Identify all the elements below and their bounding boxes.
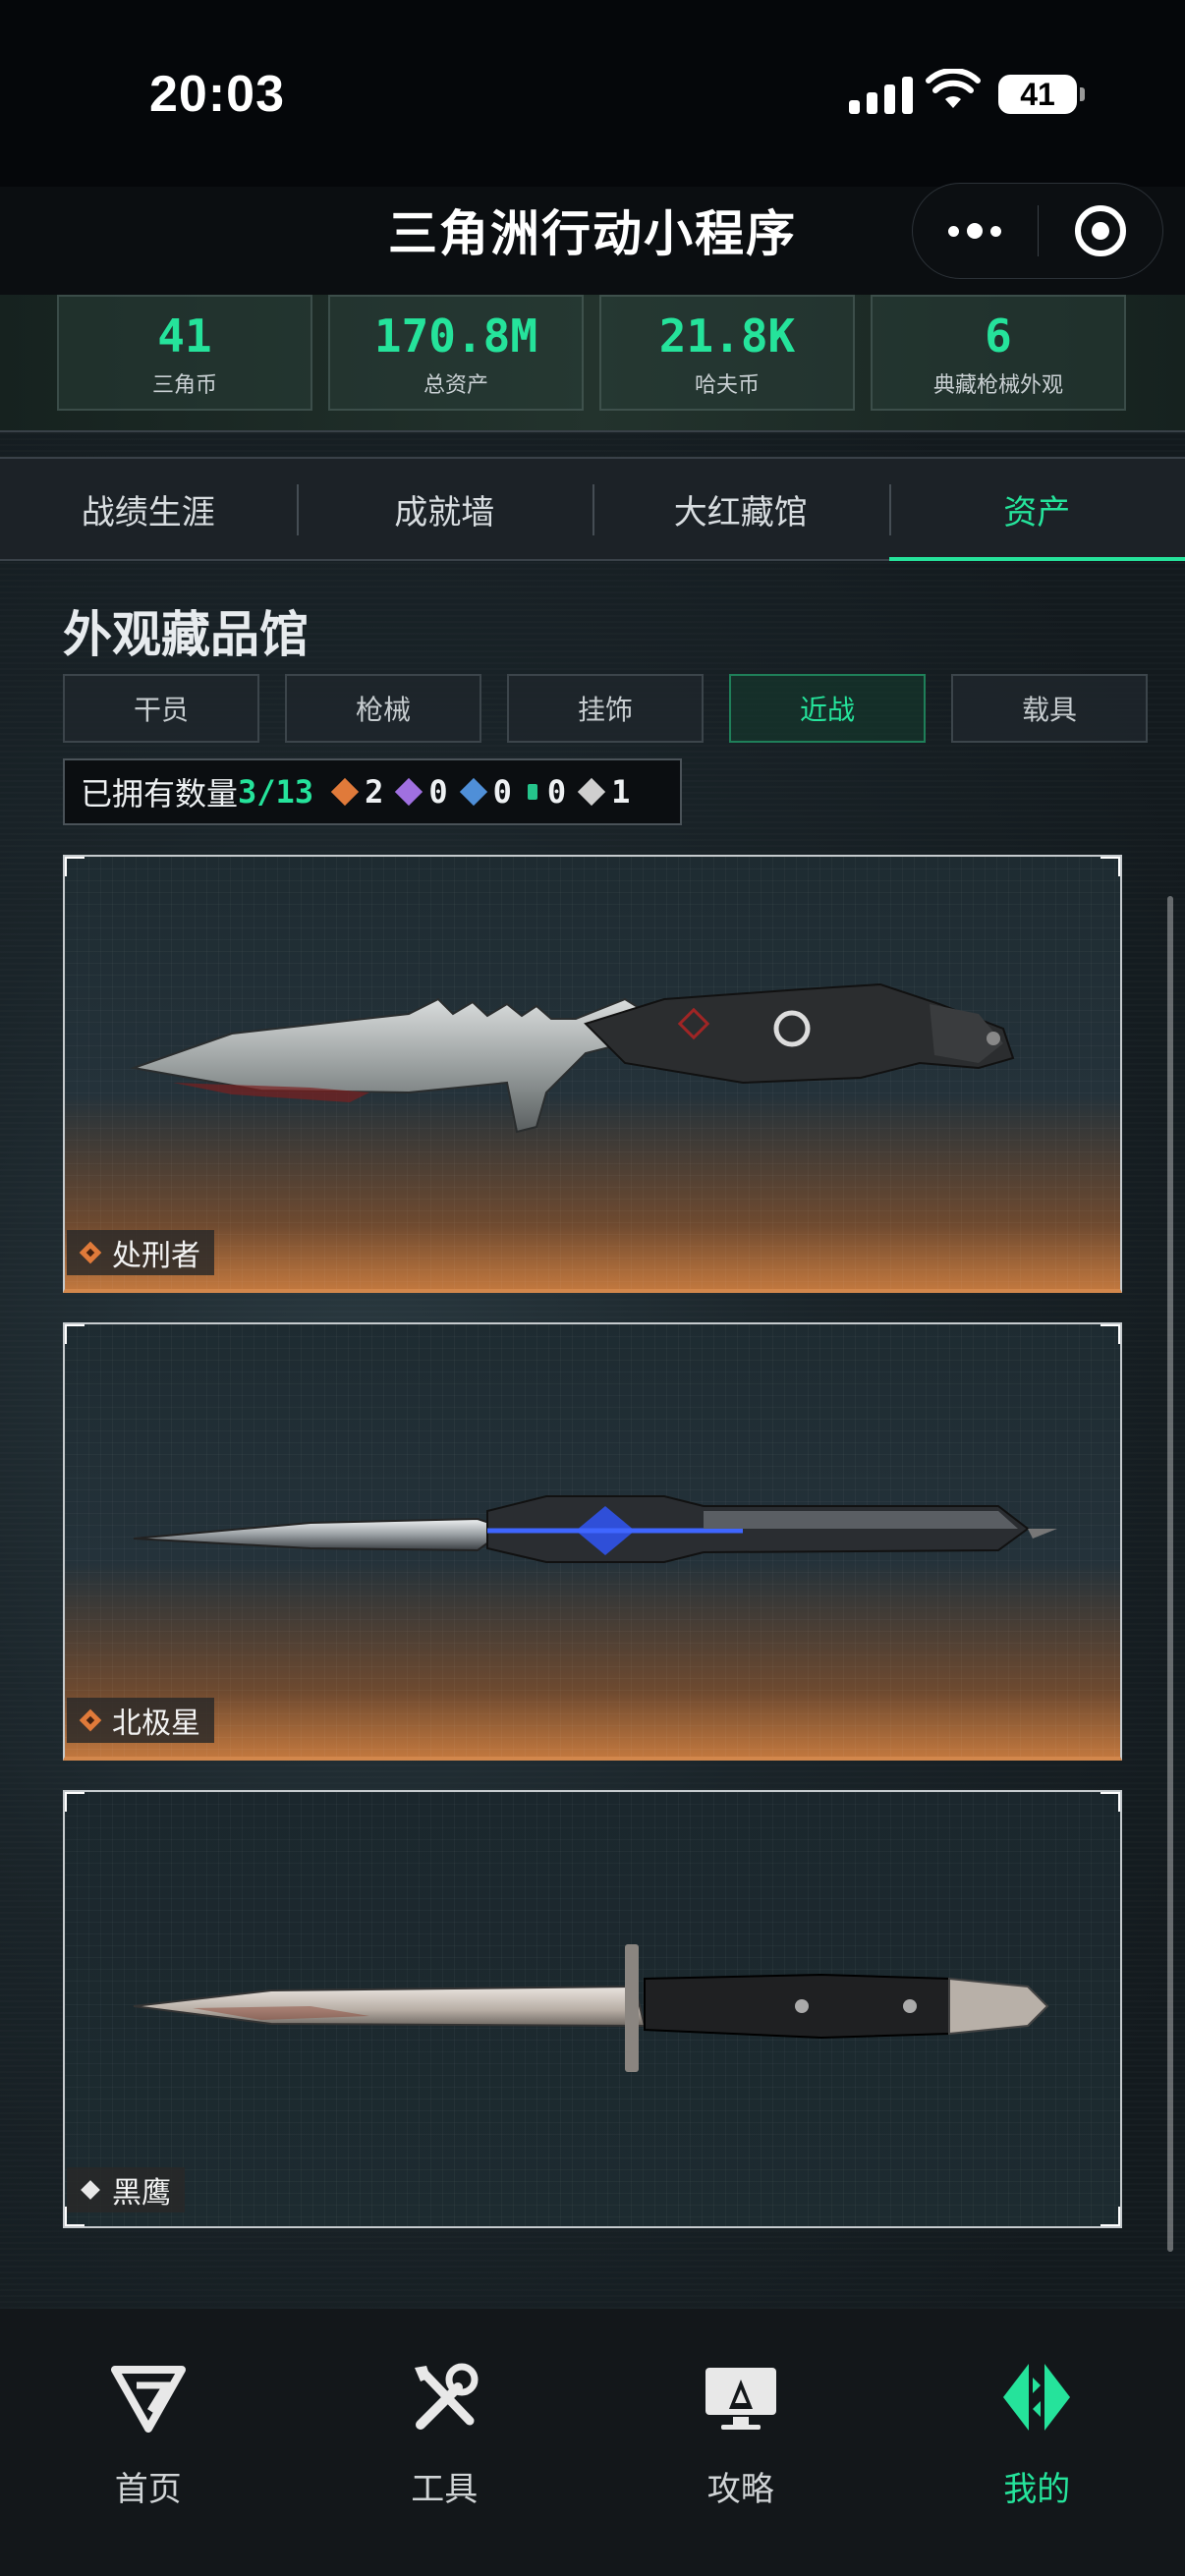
skin-card-polaris[interactable]: 北极星 xyxy=(63,1322,1122,1761)
owned-label: 已拥有数量 xyxy=(81,776,239,812)
skin-name-tag: 处刑者 xyxy=(67,1230,214,1275)
skin-name: 处刑者 xyxy=(112,1240,200,1272)
rarity-white-icon xyxy=(577,777,606,807)
rarity-orange-icon xyxy=(330,777,360,807)
tab-red-collection[interactable]: 大红藏馆 xyxy=(592,459,889,559)
rarity-blue-icon xyxy=(459,777,487,807)
nav-guide[interactable]: 攻略 xyxy=(592,2309,889,2576)
polaris-knife-image xyxy=(133,1495,1057,1563)
status-bar: 20:03 41 三角洲行动小程序 xyxy=(0,0,1185,279)
nav-home[interactable]: 首页 xyxy=(0,2309,297,2576)
rarity-purple-icon xyxy=(395,777,423,807)
stat-card-gun-skins: 6 典藏枪械外观 xyxy=(871,295,1126,411)
rarity-count-orange: 2 xyxy=(330,773,383,811)
bottom-nav: 首页 工具 攻略 我的 xyxy=(0,2309,1185,2576)
tab-career[interactable]: 战绩生涯 xyxy=(0,459,297,559)
stat-label: 哈夫币 xyxy=(694,372,760,397)
stat-value: 170.8M xyxy=(373,309,538,363)
skin-card-executioner[interactable]: 处刑者 xyxy=(63,855,1122,1293)
rarity-green-icon xyxy=(527,784,537,800)
nav-label: 工具 xyxy=(411,2471,479,2508)
tools-icon xyxy=(415,2363,479,2430)
nav-profile[interactable]: 我的 xyxy=(889,2309,1185,2576)
signal-icon xyxy=(849,75,913,114)
rarity-count-purple: 0 xyxy=(395,773,448,811)
executioner-knife-image xyxy=(130,982,1015,1134)
nav-label: 首页 xyxy=(114,2471,182,2508)
rarity-orange-icon xyxy=(79,1241,102,1264)
guide-monitor-icon xyxy=(705,2368,776,2430)
nav-tools[interactable]: 工具 xyxy=(297,2309,593,2576)
stat-label: 典藏枪械外观 xyxy=(932,372,1063,397)
skin-name-tag: 黑鹰 xyxy=(67,2167,185,2212)
rarity-white-icon xyxy=(81,2180,100,2200)
wifi-icon xyxy=(926,69,981,108)
subtab-melee[interactable]: 近战 xyxy=(729,674,926,743)
nav-label: 我的 xyxy=(1003,2471,1071,2508)
profile-tabs: 战绩生涯 成就墙 大红藏馆 资产 xyxy=(0,457,1185,561)
more-icon[interactable] xyxy=(913,223,1038,239)
status-time: 20:03 xyxy=(149,66,285,123)
rarity-count-white: 1 xyxy=(577,773,630,811)
delta-logo-icon xyxy=(110,2366,186,2433)
battery-indicator: 41 xyxy=(998,75,1085,114)
miniprogram-capsule xyxy=(912,183,1163,279)
scrollbar[interactable] xyxy=(1167,896,1173,2252)
nav-label: 攻略 xyxy=(706,2471,774,2508)
skin-name: 黑鹰 xyxy=(112,2177,171,2210)
subtab-operators[interactable]: 干员 xyxy=(63,674,259,743)
profile-logo-icon xyxy=(1003,2364,1071,2431)
skin-card-black-hawk[interactable]: 黑鹰 xyxy=(63,1790,1122,2228)
stat-label: 总资产 xyxy=(423,372,488,397)
stat-card-total-assets: 170.8M 总资产 xyxy=(328,295,584,411)
owned-count: 3/13 xyxy=(238,773,314,811)
owned-count-bar: 已拥有数量 3/13 2 0 0 0 1 xyxy=(63,758,682,825)
subtab-vehicles[interactable]: 载具 xyxy=(951,674,1148,743)
skin-name-tag: 北极星 xyxy=(67,1698,214,1743)
black-hawk-knife-image xyxy=(133,1944,1049,2072)
stat-label: 三角币 xyxy=(151,372,217,397)
stat-value: 6 xyxy=(985,309,1012,363)
skin-name: 北极星 xyxy=(112,1708,200,1740)
stat-value: 41 xyxy=(157,309,212,363)
tab-achievements[interactable]: 成就墙 xyxy=(296,459,593,559)
tab-assets[interactable]: 资产 xyxy=(888,459,1185,561)
rarity-count-blue: 0 xyxy=(459,773,512,811)
rarity-count-green: 0 xyxy=(527,773,566,811)
section-title: 外观藏品馆 xyxy=(63,607,309,662)
stat-value: 21.8K xyxy=(658,309,796,363)
subtab-charms[interactable]: 挂饰 xyxy=(507,674,704,743)
rarity-orange-icon xyxy=(79,1708,102,1732)
stat-card-haf-coin: 21.8K 哈夫币 xyxy=(599,295,855,411)
stat-card-delta-coin: 41 三角币 xyxy=(57,295,312,411)
category-filter: 干员 枪械 挂饰 近战 载具 xyxy=(63,674,1148,743)
subtab-guns[interactable]: 枪械 xyxy=(285,674,481,743)
close-miniprogram-icon[interactable] xyxy=(1038,205,1162,256)
